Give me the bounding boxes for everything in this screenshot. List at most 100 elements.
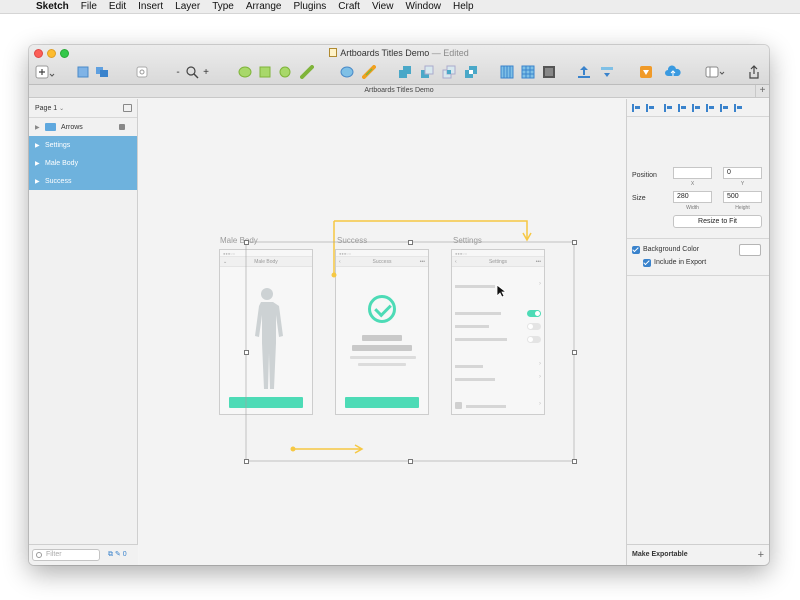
background-color-checkbox[interactable] — [632, 246, 640, 254]
menu-app-name[interactable]: Sketch — [36, 1, 69, 12]
disclosure-icon[interactable]: ▶ — [35, 142, 45, 149]
new-tab-button[interactable]: + — [755, 85, 769, 97]
create-symbol-icon[interactable] — [135, 65, 149, 79]
intersect-icon[interactable] — [441, 65, 457, 79]
background-color-swatch[interactable] — [739, 244, 761, 256]
menu-plugins[interactable]: Plugins — [293, 1, 326, 12]
menu-arrange[interactable]: Arrange — [246, 1, 282, 12]
resize-handle[interactable] — [572, 459, 577, 464]
union-icon[interactable] — [397, 65, 413, 79]
align-center-icon[interactable] — [678, 103, 686, 112]
disclosure-icon[interactable]: ▶ — [35, 124, 45, 131]
sketch-icon[interactable] — [638, 65, 654, 79]
insert-icon[interactable] — [34, 65, 56, 79]
menu-type[interactable]: Type — [212, 1, 234, 12]
menu-file[interactable]: File — [81, 1, 97, 12]
disclosure-icon[interactable]: ▶ — [35, 178, 45, 185]
canvas[interactable]: Male Body Success Settings ●●●○○ ⌄ Male … — [139, 99, 626, 565]
view-icon[interactable] — [599, 65, 615, 79]
artboard-title-male-body[interactable]: Male Body — [220, 236, 258, 245]
filter-input[interactable]: Filter — [32, 549, 100, 561]
flatten-icon[interactable] — [299, 65, 315, 79]
layer-label: Male Body — [45, 159, 79, 167]
menu-help[interactable]: Help — [453, 1, 474, 12]
artboard-title-success[interactable]: Success — [337, 236, 367, 245]
menu-edit[interactable]: Edit — [109, 1, 126, 12]
cta-button[interactable] — [345, 397, 419, 408]
forward-icon[interactable] — [499, 65, 515, 79]
toggle-switch[interactable] — [527, 323, 541, 330]
align-middle-icon[interactable] — [720, 103, 728, 112]
resize-handle[interactable] — [408, 459, 413, 464]
status-signal: ●●●○○ — [455, 251, 468, 256]
resize-handle[interactable] — [572, 240, 577, 245]
width-field[interactable]: 280 — [673, 191, 712, 203]
disclosure-icon[interactable]: ▶ — [35, 160, 45, 167]
zoom-in-icon[interactable]: + — [202, 65, 210, 79]
resize-handle[interactable] — [244, 350, 249, 355]
ungroup-icon[interactable] — [95, 65, 109, 79]
menu-craft[interactable]: Craft — [338, 1, 360, 12]
layout-toggle-icon[interactable] — [704, 65, 726, 79]
rotate-icon[interactable] — [277, 65, 293, 79]
layer-male-body[interactable]: ▶ Male Body — [29, 154, 137, 172]
document-tab[interactable]: Artboards Titles Demo + — [29, 85, 769, 98]
zoom-icon[interactable] — [185, 65, 199, 79]
distribute-vertical-icon[interactable] — [646, 103, 654, 112]
layer-success[interactable]: ▶ Success — [29, 172, 137, 190]
scale-icon[interactable] — [361, 65, 377, 79]
slice-icon[interactable]: ✎ — [115, 551, 121, 558]
resize-to-fit-button[interactable]: Resize to Fit — [673, 215, 762, 228]
menu-window[interactable]: Window — [405, 1, 441, 12]
edit-icon[interactable] — [237, 65, 253, 79]
page-label: Page 1 — [35, 105, 58, 112]
difference-icon[interactable] — [463, 65, 479, 79]
page-panel-icon[interactable] — [123, 104, 132, 112]
cloud-icon[interactable] — [663, 65, 683, 79]
align-right-icon[interactable] — [692, 103, 700, 112]
artboard-settings[interactable]: ●●●○○ ‹ Settings ••• › › › › — [451, 249, 545, 415]
align-left-icon[interactable] — [664, 103, 672, 112]
resize-handle[interactable] — [572, 350, 577, 355]
align-top-icon[interactable] — [706, 103, 714, 112]
add-export-button[interactable]: + — [758, 545, 764, 565]
menu-view[interactable]: View — [372, 1, 394, 12]
menu-layer[interactable]: Layer — [175, 1, 200, 12]
width-label: Width — [686, 205, 699, 211]
page-selector[interactable]: Page 1 ⌄ — [29, 99, 137, 118]
include-in-export-checkbox[interactable] — [643, 259, 651, 267]
y-position-field[interactable]: 0 — [723, 167, 762, 179]
group-icon[interactable] — [76, 65, 90, 79]
menu-insert[interactable]: Insert — [138, 1, 163, 12]
symbols-icon[interactable]: ⧉ — [108, 551, 113, 558]
artboard-male-body[interactable]: ●●●○○ ⌄ Male Body — [219, 249, 313, 415]
artboard-title-settings[interactable]: Settings — [453, 236, 482, 245]
height-field[interactable]: 500 — [723, 191, 762, 203]
share-icon[interactable] — [747, 65, 761, 79]
backward-icon[interactable] — [520, 65, 536, 79]
subtract-icon[interactable] — [419, 65, 435, 79]
zoom-out-icon[interactable]: - — [174, 65, 182, 79]
settings-row: › — [455, 400, 541, 413]
transform-icon[interactable] — [257, 65, 273, 79]
export-icon[interactable] — [576, 65, 592, 79]
artboard-success[interactable]: ●●●○○ ‹ Success ••• — [335, 249, 429, 415]
window-title: Artboards Titles Demo — Edited — [29, 48, 769, 58]
resize-handle[interactable] — [244, 459, 249, 464]
mask-icon[interactable] — [339, 65, 355, 79]
layer-arrows[interactable]: ▶ Arrows — [29, 118, 137, 136]
make-exportable-bar[interactable]: Make Exportable + — [627, 544, 769, 565]
resize-handle[interactable] — [408, 240, 413, 245]
toggle-switch[interactable] — [527, 336, 541, 343]
resize-handle[interactable] — [244, 240, 249, 245]
mirror-icon[interactable] — [541, 65, 557, 79]
align-bottom-icon[interactable] — [734, 103, 742, 112]
distribute-horizontal-icon[interactable] — [632, 103, 640, 112]
x-position-field[interactable] — [673, 167, 712, 179]
status-bar: ●●●○○ — [452, 250, 544, 257]
footer-icons: ⧉ ✎ 0 — [108, 550, 127, 559]
toggle-switch[interactable] — [527, 310, 541, 317]
cta-button[interactable] — [229, 397, 303, 408]
layer-settings[interactable]: ▶ Settings — [29, 136, 137, 154]
lock-icon[interactable] — [119, 124, 125, 130]
